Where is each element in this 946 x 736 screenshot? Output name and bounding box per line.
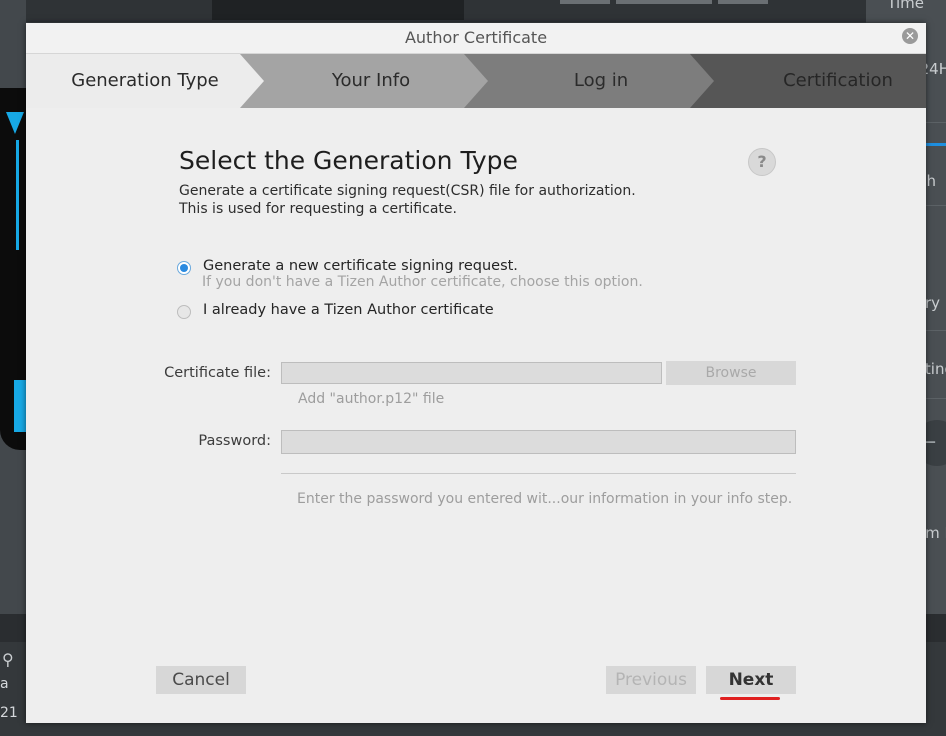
- certificate-file-label: Certificate file:: [164, 365, 271, 381]
- bg-right-label: m D: [925, 524, 946, 542]
- step-label: Log in: [573, 70, 629, 91]
- help-icon[interactable]: ?: [748, 148, 776, 176]
- bg-right-label: h: [926, 172, 936, 190]
- close-icon[interactable]: ✕: [902, 28, 918, 44]
- background-top-segment: [560, 0, 610, 4]
- page-title: Select the Generation Type: [179, 146, 518, 175]
- password-hint: Enter the password you entered wit...our…: [297, 491, 793, 507]
- step-generation-type: Generation Type: [26, 54, 264, 108]
- background-top-segment: [718, 0, 768, 4]
- description-line: Generate a certificate signing request(C…: [179, 183, 636, 199]
- step-label: Generation Type: [71, 70, 219, 91]
- watch-hand-icon: [6, 112, 24, 134]
- next-button[interactable]: Next: [706, 666, 796, 694]
- radio-button[interactable]: [177, 305, 191, 319]
- background-top-segment: [616, 0, 712, 4]
- browse-button[interactable]: Browse: [666, 361, 796, 385]
- option-label: I already have a Tizen Author certificat…: [203, 302, 494, 318]
- bg-left-label: 21: [0, 705, 18, 721]
- step-label: Your Info: [331, 70, 411, 91]
- next-button-highlight: [720, 697, 780, 700]
- option-new-csr[interactable]: Generate a new certificate signing reque…: [177, 258, 518, 275]
- watch-bar: [14, 380, 26, 432]
- divider: [281, 473, 796, 474]
- password-label: Password:: [198, 433, 271, 449]
- option-sublabel: If you don't have a Tizen Author certifi…: [202, 274, 643, 290]
- author-certificate-dialog: Author Certificate ✕ Generation Type You…: [26, 23, 926, 723]
- step-certification: Certification: [690, 54, 926, 108]
- dialog-titlebar: Author Certificate ✕: [26, 23, 926, 54]
- watch-hand: [16, 140, 19, 250]
- search-icon[interactable]: ⚲: [2, 650, 14, 669]
- certificate-file-hint: Add "author.p12" file: [298, 391, 445, 407]
- radio-button-checked[interactable]: [177, 261, 191, 275]
- background-topbar: [0, 0, 946, 22]
- certificate-file-input[interactable]: [281, 362, 662, 384]
- cancel-button[interactable]: Cancel: [156, 666, 246, 694]
- bg-right-label: ry: [924, 294, 940, 312]
- step-log-in: Log in: [464, 54, 714, 108]
- option-label: Generate a new certificate signing reque…: [203, 258, 518, 274]
- description-line: This is used for requesting a certificat…: [179, 201, 457, 217]
- background-top-panel: [212, 0, 464, 20]
- bg-right-label: ting: [924, 360, 946, 378]
- password-field[interactable]: [281, 430, 796, 454]
- previous-button[interactable]: Previous: [606, 666, 696, 694]
- bg-right-label: Time: [887, 0, 924, 12]
- wizard-steps: Generation Type Your Info Log in Certifi…: [26, 54, 926, 108]
- step-your-info: Your Info: [240, 54, 488, 108]
- bg-left-label: a: [0, 676, 9, 692]
- dialog-title: Author Certificate: [404, 28, 548, 47]
- option-existing-certificate[interactable]: I already have a Tizen Author certificat…: [177, 302, 494, 319]
- step-label: Certification: [783, 70, 893, 91]
